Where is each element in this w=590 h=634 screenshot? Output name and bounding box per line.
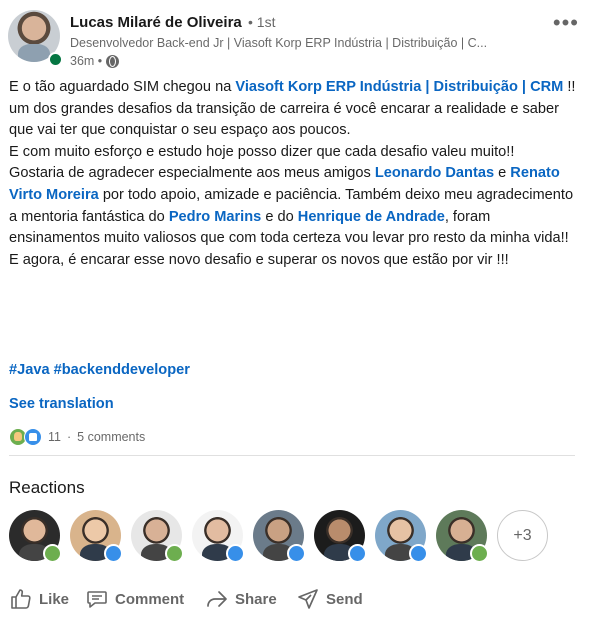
comment-label: Comment bbox=[115, 590, 185, 608]
like-reaction-icon bbox=[348, 544, 367, 563]
share-icon bbox=[207, 591, 227, 607]
reactors-list: +3 bbox=[9, 510, 548, 563]
author-headline: Desenvolvedor Back-end Jr | Viasoft Korp… bbox=[70, 36, 488, 50]
post-header: Lucas Milaré de Oliveira • 1st Desenvolv… bbox=[8, 10, 583, 70]
support-reaction-icon bbox=[43, 544, 62, 563]
post-paragraph: E o tão aguardado SIM chegou na Viasoft … bbox=[9, 77, 577, 142]
more-options-icon[interactable]: ••• bbox=[553, 10, 579, 36]
send-button[interactable]: Send bbox=[296, 585, 376, 613]
like-icon bbox=[11, 589, 31, 609]
hashtag-java[interactable]: #Java bbox=[9, 362, 50, 378]
hashtag-backenddeveloper[interactable]: #backenddeveloper bbox=[54, 362, 190, 378]
post-body: E o tão aguardado SIM chegou na Viasoft … bbox=[9, 77, 577, 271]
like-reaction-icon bbox=[409, 544, 428, 563]
comment-icon bbox=[87, 591, 107, 608]
reactor-avatar[interactable] bbox=[192, 510, 245, 563]
comments-count[interactable]: 5 comments bbox=[77, 430, 145, 444]
share-label: Share bbox=[235, 590, 277, 608]
reactions-count[interactable]: 11 bbox=[48, 430, 61, 444]
reactor-avatar[interactable] bbox=[131, 510, 184, 563]
like-label: Like bbox=[39, 590, 70, 608]
like-reaction-icon bbox=[24, 428, 42, 446]
divider bbox=[9, 455, 575, 456]
post-time: 36m • bbox=[70, 54, 103, 68]
company-mention[interactable]: Viasoft Korp ERP Indústria | Distribuiçã… bbox=[235, 79, 563, 95]
post-text: E o tão aguardado SIM chegou na bbox=[9, 79, 236, 95]
social-counts: 11 · 5 comments bbox=[9, 428, 145, 446]
reactions-heading: Reactions bbox=[9, 478, 85, 497]
see-translation-link[interactable]: See translation bbox=[9, 396, 114, 412]
post-text: Gostaria de agradecer especialmente aos … bbox=[9, 165, 375, 182]
post-text: e do bbox=[261, 208, 298, 225]
reactor-avatar[interactable] bbox=[9, 510, 62, 563]
action-bar: Like Comment Share Send bbox=[9, 585, 376, 613]
comment-button[interactable]: Comment bbox=[85, 585, 203, 613]
like-reaction-icon bbox=[287, 544, 306, 563]
send-label: Send bbox=[326, 590, 363, 608]
more-reactors-button[interactable]: +3 bbox=[497, 510, 548, 561]
send-icon bbox=[298, 589, 318, 609]
post-paragraph: E agora, é encarar esse novo desafio e s… bbox=[9, 251, 509, 268]
mention-pedro-marins[interactable]: Pedro Marins bbox=[169, 209, 261, 225]
post-meta: 36m • bbox=[70, 54, 120, 68]
support-reaction-icon bbox=[470, 544, 489, 563]
post-text: e bbox=[494, 165, 511, 182]
online-status-icon bbox=[48, 52, 63, 67]
author-name[interactable]: Lucas Milaré de Oliveira bbox=[70, 14, 242, 31]
post-paragraph: Gostaria de agradecer especialmente aos … bbox=[9, 163, 577, 249]
mention-leonardo-dantas[interactable]: Leonardo Dantas bbox=[375, 165, 494, 181]
like-button[interactable]: Like bbox=[9, 585, 81, 613]
reactor-avatar[interactable] bbox=[253, 510, 306, 563]
support-reaction-icon bbox=[165, 544, 184, 563]
reactor-avatar[interactable] bbox=[314, 510, 367, 563]
post-paragraph: E com muito esforço e estudo hoje posso … bbox=[9, 143, 515, 160]
hashtags: #Java #backenddeveloper bbox=[9, 362, 190, 378]
globe-icon bbox=[106, 54, 120, 68]
reactor-avatar[interactable] bbox=[436, 510, 489, 563]
mention-henrique-de-andrade[interactable]: Henrique de Andrade bbox=[298, 209, 445, 225]
like-reaction-icon bbox=[226, 544, 245, 563]
reactor-avatar[interactable] bbox=[70, 510, 123, 563]
share-button[interactable]: Share bbox=[205, 585, 293, 613]
connection-degree: • 1st bbox=[248, 14, 276, 30]
separator-dot: · bbox=[66, 430, 72, 444]
like-reaction-icon bbox=[104, 544, 123, 563]
reactor-avatar[interactable] bbox=[375, 510, 428, 563]
